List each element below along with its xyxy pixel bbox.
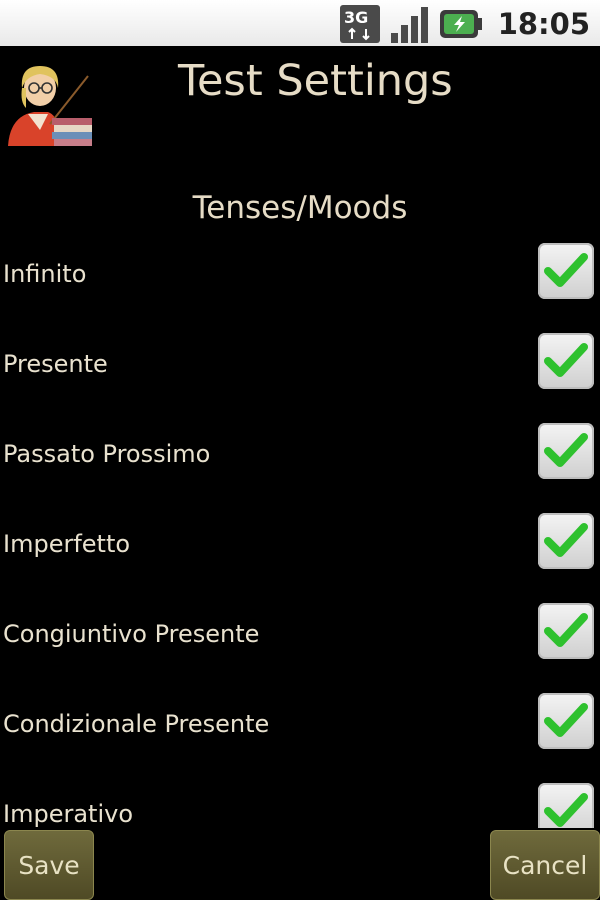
checkbox-passato-prossimo[interactable] xyxy=(538,423,594,479)
option-label: Passato Prossimo xyxy=(3,440,211,468)
network-type-text: 3G xyxy=(344,8,368,27)
status-bar: 3G 18:05 xyxy=(0,0,600,46)
checkmark-icon xyxy=(544,343,588,377)
checkmark-icon xyxy=(544,793,588,827)
option-row-passato-prossimo[interactable]: Passato Prossimo xyxy=(0,420,600,510)
options-list[interactable]: Infinito Presente Passato Prossimo Imper… xyxy=(0,240,600,828)
option-row-congiuntivo-presente[interactable]: Congiuntivo Presente xyxy=(0,600,600,690)
option-row-imperativo[interactable]: Imperativo xyxy=(0,780,600,828)
status-time: 18:05 xyxy=(497,7,590,41)
section-title: Tenses/Moods xyxy=(192,190,408,226)
checkmark-icon xyxy=(544,613,588,647)
option-row-infinito[interactable]: Infinito xyxy=(0,240,600,330)
cancel-button[interactable]: Cancel xyxy=(490,830,600,900)
battery-charging-icon xyxy=(439,9,482,39)
checkbox-condizionale-presente[interactable] xyxy=(538,693,594,749)
option-row-imperfetto[interactable]: Imperfetto xyxy=(0,510,600,600)
option-row-presente[interactable]: Presente xyxy=(0,330,600,420)
save-button[interactable]: Save xyxy=(4,830,94,900)
checkbox-congiuntivo-presente[interactable] xyxy=(538,603,594,659)
option-row-condizionale-presente[interactable]: Condizionale Presente xyxy=(0,690,600,780)
option-label: Infinito xyxy=(3,260,87,288)
checkbox-imperfetto[interactable] xyxy=(538,513,594,569)
checkmark-icon xyxy=(544,253,588,287)
status-icons: 3G 18:05 xyxy=(339,4,590,44)
checkmark-icon xyxy=(544,703,588,737)
option-label: Imperfetto xyxy=(3,530,131,558)
checkmark-icon xyxy=(544,433,588,467)
checkmark-icon xyxy=(544,523,588,557)
screen: 3G 18:05 Test Settings Tenses/Moods Infi… xyxy=(0,0,600,900)
network-3g-icon: 3G xyxy=(339,5,380,43)
option-label: Congiuntivo Presente xyxy=(3,620,260,648)
teacher-icon xyxy=(4,58,96,150)
checkbox-infinito[interactable] xyxy=(538,243,594,299)
checkbox-presente[interactable] xyxy=(538,333,594,389)
option-label: Condizionale Presente xyxy=(3,710,270,738)
option-label: Imperativo xyxy=(3,800,133,828)
page-title: Test Settings xyxy=(178,56,453,106)
option-label: Presente xyxy=(3,350,108,378)
checkbox-imperativo[interactable] xyxy=(538,783,594,828)
signal-strength-icon xyxy=(390,5,430,43)
